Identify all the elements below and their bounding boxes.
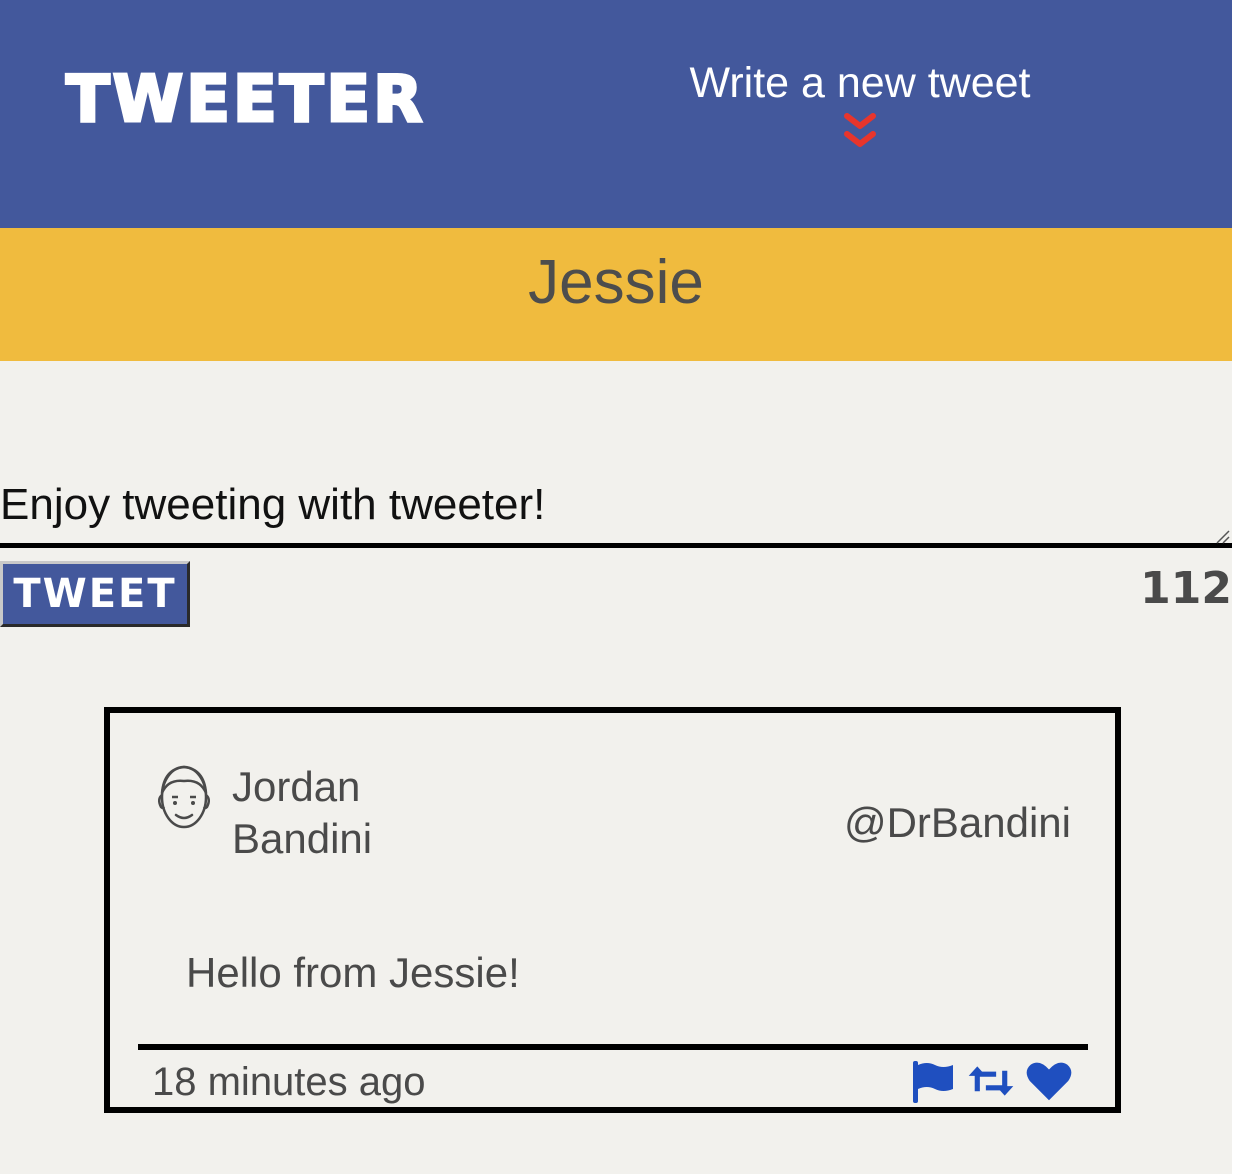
page-edge xyxy=(1232,0,1240,1174)
compose-toggle-label: Write a new tweet xyxy=(689,59,1031,107)
profile-name: Jessie xyxy=(528,248,704,317)
heart-icon[interactable] xyxy=(1025,1059,1073,1103)
resize-handle-icon[interactable] xyxy=(1214,528,1230,544)
flag-icon[interactable] xyxy=(909,1059,957,1103)
character-counter: 112 xyxy=(1140,563,1232,614)
tweet-text: Hello from Jessie! xyxy=(186,949,520,996)
tweet-author-handle: @DrBandini xyxy=(843,799,1071,846)
face-avatar-icon xyxy=(158,765,210,829)
tweet-timestamp: 18 minutes ago xyxy=(152,1060,426,1104)
tweet-divider xyxy=(138,1044,1088,1050)
retweet-icon[interactable] xyxy=(967,1059,1015,1103)
tweet-card: Jordan Bandini @DrBandini Hello from Jes… xyxy=(104,707,1121,1113)
site-logo[interactable]: TWEETER xyxy=(64,62,425,139)
site-header: TWEETER Write a new tweet xyxy=(0,0,1232,228)
tweet-submit-button[interactable]: TWEET xyxy=(0,561,190,627)
tweet-compose-input[interactable] xyxy=(0,470,1232,548)
compose-toggle-button[interactable]: Write a new tweet xyxy=(640,56,1080,152)
tweet-actions xyxy=(909,1057,1073,1105)
tweet-author-name: Jordan Bandini xyxy=(232,763,373,862)
double-chevron-down-icon xyxy=(844,113,876,147)
